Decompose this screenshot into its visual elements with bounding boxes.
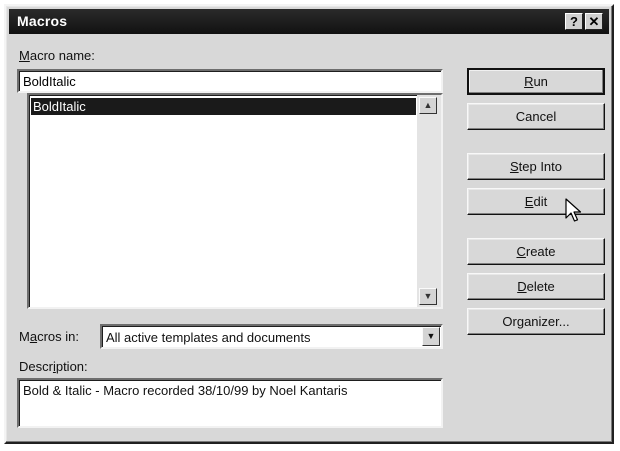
description-label: Description: <box>19 359 88 374</box>
macro-name-input[interactable] <box>17 69 443 93</box>
edit-button[interactable]: Edit <box>467 188 605 215</box>
up-arrow-icon[interactable]: ▲ <box>419 97 437 114</box>
macro-list[interactable]: BoldItalic ▲ ▼ <box>27 93 443 309</box>
macro-list-item-selected[interactable]: BoldItalic <box>31 98 416 115</box>
macros-in-label: Macros in: <box>19 329 79 344</box>
close-button[interactable]: ✕ <box>585 13 603 30</box>
chevron-down-icon[interactable]: ▼ <box>422 327 440 346</box>
help-button[interactable]: ? <box>565 13 583 30</box>
run-button[interactable]: Run <box>467 68 605 95</box>
create-button[interactable]: Create <box>467 238 605 265</box>
step-into-button[interactable]: Step Into <box>467 153 605 180</box>
delete-button[interactable]: Delete <box>467 273 605 300</box>
description-box: Bold & Italic - Macro recorded 38/10/99 … <box>17 378 443 428</box>
list-scrollbar[interactable]: ▲ ▼ <box>417 95 441 307</box>
mouse-pointer-icon <box>565 198 582 222</box>
down-arrow-icon[interactable]: ▼ <box>419 288 437 305</box>
macros-in-value: All active templates and documents <box>106 330 311 345</box>
organizer-button[interactable]: Organizer... <box>467 308 605 335</box>
description-text: Bold & Italic - Macro recorded 38/10/99 … <box>23 383 348 398</box>
macro-name-label: Macro name: <box>19 48 95 63</box>
macros-in-dropdown[interactable]: All active templates and documents ▼ <box>100 324 443 349</box>
dialog-title: Macros <box>17 13 68 29</box>
title-bar[interactable]: Macros ? ✕ <box>9 9 609 34</box>
cancel-button[interactable]: Cancel <box>467 103 605 130</box>
